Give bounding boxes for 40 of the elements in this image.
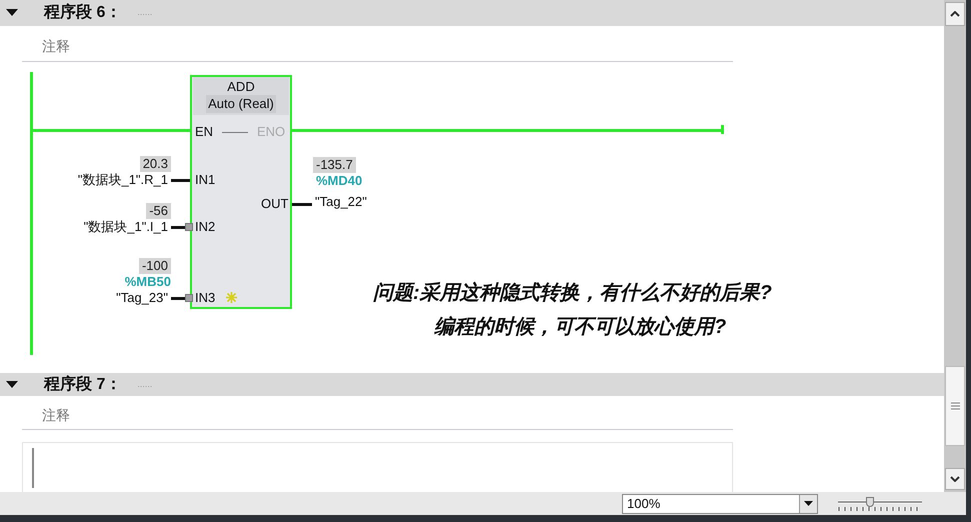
rung-end-mark xyxy=(721,125,724,134)
question-text: 问题:采用这种隐式转换，有什么不好的后果? xyxy=(373,280,772,306)
block-type: Auto (Real) xyxy=(206,95,276,113)
network-title: 程序段 6： xyxy=(44,2,122,23)
operand-address: %MD40 xyxy=(316,173,362,189)
operand-name: "Tag_23" xyxy=(116,290,168,306)
scrollbar[interactable] xyxy=(944,0,966,492)
chevron-up-icon xyxy=(950,11,960,17)
network-title: 程序段 7： xyxy=(44,374,122,394)
chevron-down-icon xyxy=(950,476,960,482)
pin-label: OUT xyxy=(261,196,288,212)
actual-value: -135.7 xyxy=(313,157,356,173)
comment-field[interactable]: 注释 xyxy=(42,402,733,429)
slider-thumb[interactable] xyxy=(866,496,874,506)
actual-value: -56 xyxy=(146,203,171,219)
operand-name: "数据块_1".R_1 xyxy=(78,172,168,188)
block-name: ADD xyxy=(227,79,255,95)
operand-name: "数据块_1".I_1 xyxy=(84,219,168,235)
comment-field[interactable]: 注释 xyxy=(42,33,733,60)
actual-value: 20.3 xyxy=(140,156,171,172)
scroll-thumb[interactable] xyxy=(945,366,965,446)
pin-label: IN3 xyxy=(195,290,216,306)
actual-value: -100 xyxy=(138,258,171,274)
operand-address: %MB50 xyxy=(124,274,171,290)
dropdown-arrow-icon xyxy=(804,501,813,506)
collapse-arrow-icon[interactable] xyxy=(6,380,18,388)
add-input-star-icon[interactable] xyxy=(226,292,237,303)
zoom-dropdown[interactable]: 100% xyxy=(622,494,818,514)
pin-label: IN1 xyxy=(195,172,216,188)
connection-line xyxy=(292,203,312,206)
zoom-slider[interactable] xyxy=(838,496,922,512)
pin-label: IN2 xyxy=(195,219,216,235)
question-text: 编程的时候，可不可以放心使用? xyxy=(434,314,726,340)
grip-icon xyxy=(950,402,960,410)
scroll-down-button[interactable] xyxy=(945,468,965,490)
scroll-up-button[interactable] xyxy=(945,2,965,26)
pin-label: ENO xyxy=(257,124,286,140)
collapse-arrow-icon[interactable] xyxy=(6,9,18,17)
pin-label: EN xyxy=(195,124,214,140)
operand-name: "Tag_22" xyxy=(315,194,367,210)
